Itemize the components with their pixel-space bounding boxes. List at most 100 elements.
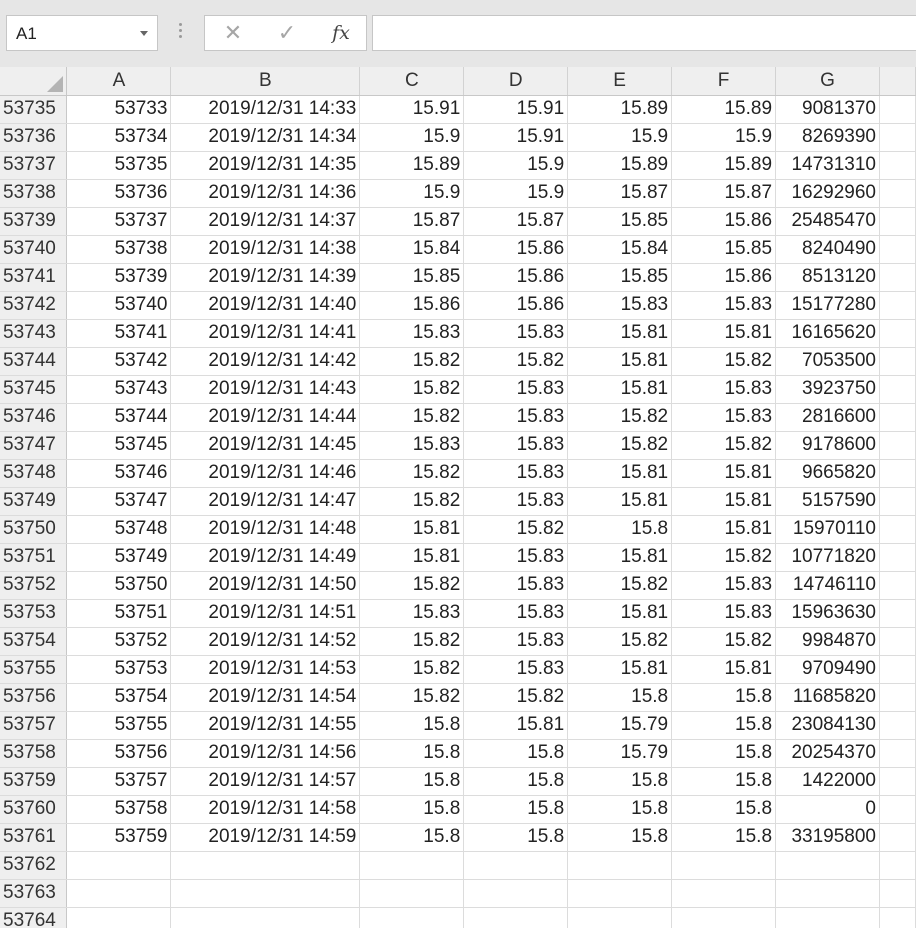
cell-b[interactable]: 2019/12/31 14:36 (170, 179, 361, 208)
cell-a[interactable]: 53754 (66, 683, 172, 712)
cell-f[interactable] (671, 907, 777, 928)
cell-c[interactable]: 15.82 (359, 655, 465, 684)
cell-d[interactable]: 15.83 (463, 403, 569, 432)
row-header[interactable]: 53741 (0, 263, 68, 292)
enter-icon[interactable]: ✓ (273, 20, 301, 46)
cell-a[interactable]: 53753 (66, 655, 172, 684)
cell-c[interactable]: 15.87 (359, 207, 465, 236)
cell-c[interactable]: 15.9 (359, 123, 465, 152)
cell-e[interactable]: 15.89 (567, 95, 673, 124)
cell-d[interactable]: 15.83 (463, 459, 569, 488)
cell-c[interactable]: 15.8 (359, 795, 465, 824)
cell-c[interactable]: 15.85 (359, 263, 465, 292)
cell-a[interactable]: 53758 (66, 795, 172, 824)
cell-g[interactable]: 9984870 (775, 627, 880, 656)
cell-overflow[interactable] (879, 515, 916, 544)
row-header[interactable]: 53748 (0, 459, 68, 488)
cell-c[interactable]: 15.81 (359, 543, 465, 572)
cell-g[interactable]: 15970110 (775, 515, 880, 544)
cell-a[interactable] (66, 907, 172, 928)
row-header[interactable]: 53764 (0, 907, 68, 928)
cell-g[interactable]: 14746110 (775, 571, 880, 600)
cell-a[interactable]: 53752 (66, 627, 172, 656)
row-header[interactable]: 53751 (0, 543, 68, 572)
cell-e[interactable]: 15.82 (567, 571, 673, 600)
cell-g[interactable]: 3923750 (775, 375, 880, 404)
cell-g[interactable]: 14731310 (775, 151, 880, 180)
cell-g[interactable]: 20254370 (775, 739, 880, 768)
row-header[interactable]: 53752 (0, 571, 68, 600)
cell-e[interactable]: 15.84 (567, 235, 673, 264)
cell-c[interactable]: 15.9 (359, 179, 465, 208)
cell-f[interactable]: 15.81 (671, 459, 777, 488)
cell-b[interactable]: 2019/12/31 14:52 (170, 627, 361, 656)
cell-f[interactable]: 15.83 (671, 599, 777, 628)
cell-b[interactable]: 2019/12/31 14:51 (170, 599, 361, 628)
cell-d[interactable]: 15.91 (463, 95, 569, 124)
cell-a[interactable]: 53742 (66, 347, 172, 376)
cell-f[interactable]: 15.81 (671, 319, 777, 348)
cell-e[interactable]: 15.81 (567, 347, 673, 376)
cell-a[interactable]: 53750 (66, 571, 172, 600)
cell-a[interactable]: 53740 (66, 291, 172, 320)
row-header[interactable]: 53759 (0, 767, 68, 796)
cell-c[interactable]: 15.83 (359, 319, 465, 348)
cell-f[interactable]: 15.86 (671, 263, 777, 292)
cell-b[interactable]: 2019/12/31 14:42 (170, 347, 361, 376)
cell-g[interactable] (775, 907, 880, 928)
cell-d[interactable]: 15.82 (463, 683, 569, 712)
cell-e[interactable]: 15.81 (567, 319, 673, 348)
column-header-g[interactable]: G (775, 67, 880, 96)
cell-overflow[interactable] (879, 907, 916, 928)
cell-c[interactable]: 15.91 (359, 95, 465, 124)
row-header[interactable]: 53756 (0, 683, 68, 712)
column-header-c[interactable]: C (359, 67, 465, 96)
cell-e[interactable]: 15.79 (567, 711, 673, 740)
cell-b[interactable]: 2019/12/31 14:35 (170, 151, 361, 180)
cell-overflow[interactable] (879, 739, 916, 768)
cell-d[interactable]: 15.9 (463, 151, 569, 180)
cell-a[interactable]: 53738 (66, 235, 172, 264)
cell-e[interactable]: 15.87 (567, 179, 673, 208)
cell-a[interactable]: 53741 (66, 319, 172, 348)
cell-e[interactable]: 15.8 (567, 767, 673, 796)
row-header[interactable]: 53754 (0, 627, 68, 656)
cell-b[interactable] (170, 907, 361, 928)
cell-e[interactable]: 15.8 (567, 823, 673, 852)
cell-g[interactable]: 25485470 (775, 207, 880, 236)
row-header[interactable]: 53740 (0, 235, 68, 264)
cell-f[interactable]: 15.82 (671, 347, 777, 376)
cell-d[interactable]: 15.86 (463, 235, 569, 264)
cell-d[interactable]: 15.83 (463, 487, 569, 516)
cell-c[interactable]: 15.84 (359, 235, 465, 264)
row-header[interactable]: 53743 (0, 319, 68, 348)
row-header[interactable]: 53757 (0, 711, 68, 740)
cell-overflow[interactable] (879, 375, 916, 404)
cell-overflow[interactable] (879, 655, 916, 684)
cell-d[interactable]: 15.83 (463, 571, 569, 600)
cell-b[interactable]: 2019/12/31 14:41 (170, 319, 361, 348)
cell-g[interactable]: 15963630 (775, 599, 880, 628)
cell-c[interactable]: 15.8 (359, 767, 465, 796)
cell-a[interactable]: 53756 (66, 739, 172, 768)
cell-d[interactable]: 15.86 (463, 263, 569, 292)
row-header[interactable]: 53735 (0, 95, 68, 124)
cell-e[interactable]: 15.79 (567, 739, 673, 768)
cell-c[interactable]: 15.86 (359, 291, 465, 320)
cell-a[interactable]: 53755 (66, 711, 172, 740)
cell-a[interactable]: 53751 (66, 599, 172, 628)
cell-a[interactable]: 53739 (66, 263, 172, 292)
cell-e[interactable] (567, 907, 673, 928)
cell-e[interactable]: 15.81 (567, 599, 673, 628)
cell-overflow[interactable] (879, 291, 916, 320)
cell-f[interactable]: 15.83 (671, 375, 777, 404)
cell-c[interactable]: 15.82 (359, 571, 465, 600)
cell-d[interactable]: 15.83 (463, 375, 569, 404)
cell-c[interactable]: 15.82 (359, 375, 465, 404)
row-header[interactable]: 53755 (0, 655, 68, 684)
cell-d[interactable] (463, 879, 569, 908)
cell-c[interactable]: 15.82 (359, 487, 465, 516)
cell-e[interactable]: 15.89 (567, 151, 673, 180)
cell-c[interactable] (359, 879, 465, 908)
row-header[interactable]: 53763 (0, 879, 68, 908)
